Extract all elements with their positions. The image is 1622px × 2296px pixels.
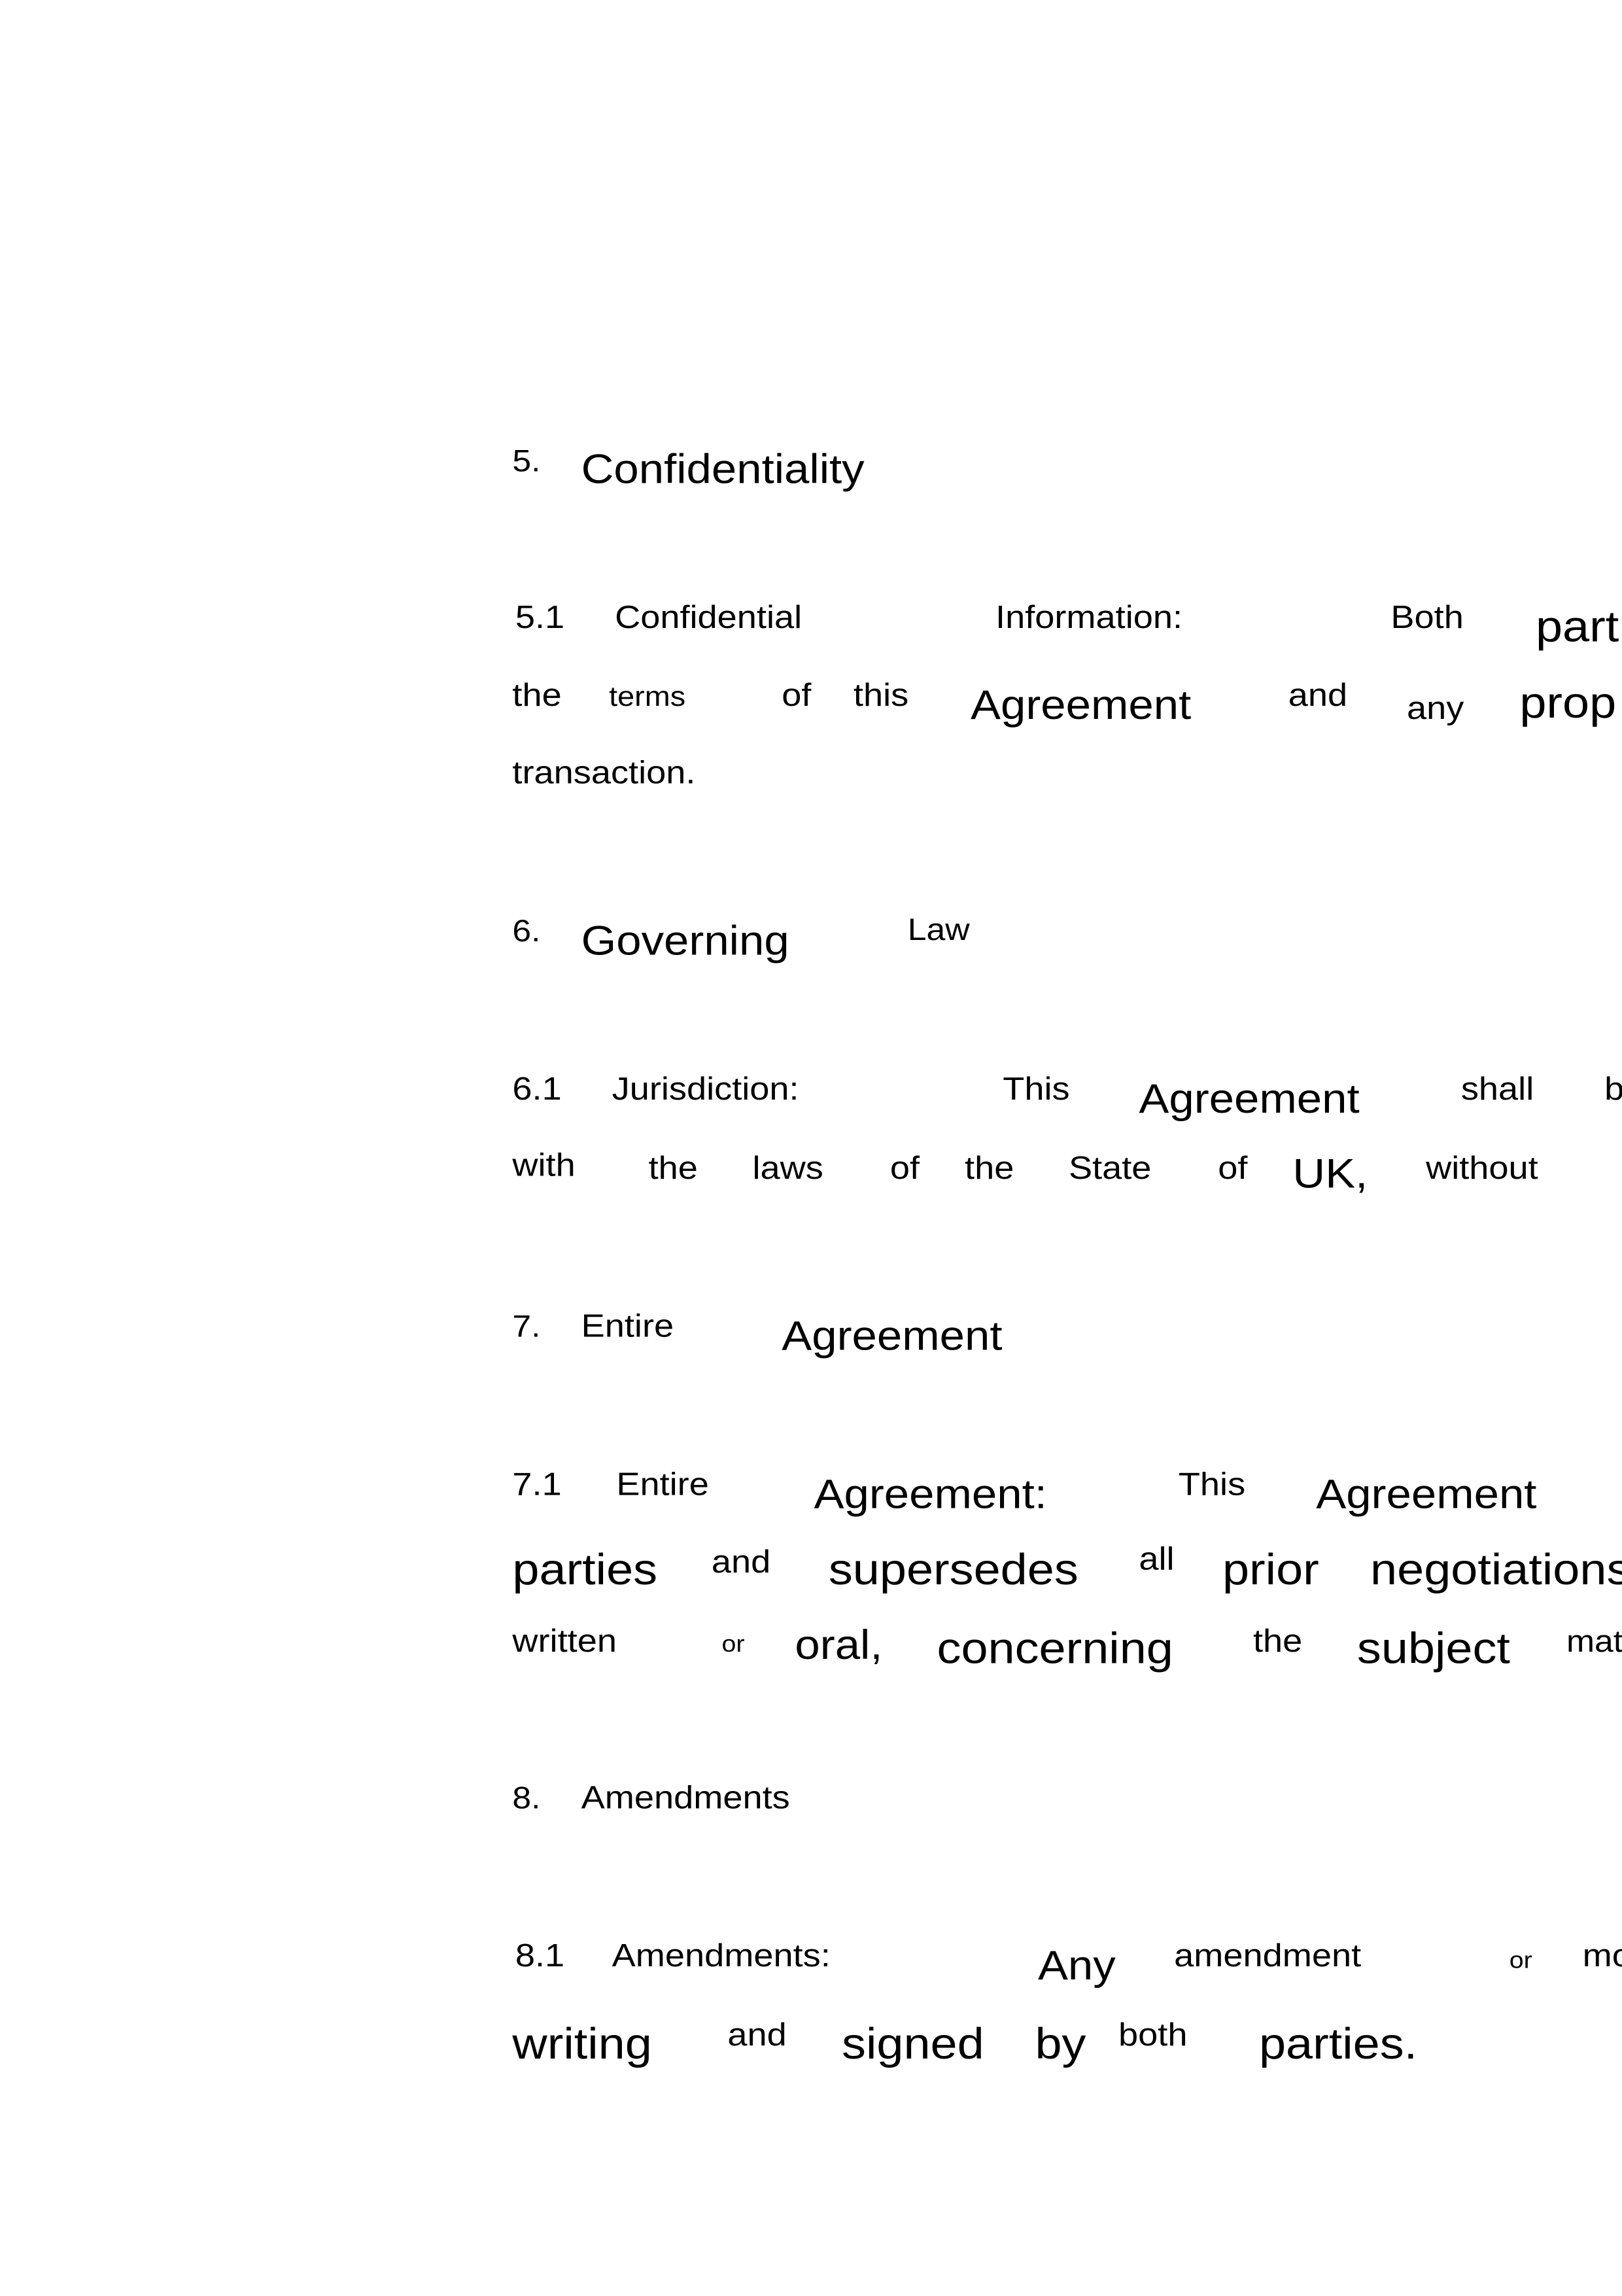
word: the <box>648 1149 698 1187</box>
word: and <box>1288 676 1348 714</box>
section-number: 6. <box>512 914 541 949</box>
word: writing <box>512 2020 652 2069</box>
word: oral, <box>795 1622 883 1668</box>
word: subject <box>1356 1625 1510 1674</box>
word: Any <box>1037 1943 1116 1989</box>
word: of <box>782 676 812 714</box>
word: this <box>853 676 909 714</box>
word: of <box>889 1149 920 1187</box>
word: laws <box>752 1149 823 1187</box>
word: parties <box>512 1546 658 1595</box>
section-heading: Entire <box>581 1307 674 1344</box>
word: written <box>512 1622 617 1659</box>
section-heading: Amendments <box>581 1779 790 1816</box>
word: and <box>711 1543 771 1580</box>
word: shall <box>1460 1070 1534 1107</box>
section-heading: Agreement <box>782 1313 1003 1359</box>
word: Entire <box>616 1465 709 1503</box>
word: transaction. <box>512 754 696 791</box>
word: Information: <box>995 599 1183 636</box>
word: Confidential <box>615 599 802 636</box>
word: part <box>1535 603 1619 652</box>
clause-number: 7.1 <box>512 1465 562 1503</box>
word: of <box>1218 1149 1248 1187</box>
word: the <box>965 1149 1014 1187</box>
word: amendment <box>1174 1937 1362 1974</box>
word: concerning <box>937 1625 1173 1674</box>
word: mo <box>1582 1937 1622 1974</box>
word: the <box>1252 1622 1303 1659</box>
word: both <box>1118 2016 1188 2053</box>
word: Both <box>1390 599 1464 636</box>
section-heading: Law <box>907 913 970 948</box>
word: without <box>1426 1149 1538 1187</box>
section-number: 8. <box>512 1782 541 1816</box>
clause-number: 6.1 <box>512 1070 562 1107</box>
clause-number: 8.1 <box>515 1937 565 1974</box>
word: signed <box>842 2020 984 2069</box>
word: prop <box>1519 679 1617 728</box>
word: State <box>1068 1149 1152 1187</box>
document-page: 5. Confidentiality 5.1 Confidential Info… <box>0 0 1622 2296</box>
word: supersedes <box>828 1546 1078 1595</box>
word: the <box>512 676 562 714</box>
word: Amendments: <box>612 1937 831 1974</box>
word: Jurisdiction: <box>612 1070 799 1107</box>
word: any <box>1407 689 1464 727</box>
section-heading: Governing <box>581 918 789 964</box>
word: and <box>727 2016 787 2053</box>
word: Agreement <box>970 682 1192 728</box>
word: This <box>1178 1465 1246 1503</box>
word: b <box>1604 1073 1622 1105</box>
word: parties. <box>1258 2020 1418 2069</box>
word: UK, <box>1292 1151 1368 1196</box>
word: mat <box>1566 1625 1622 1659</box>
word: prior <box>1222 1546 1319 1595</box>
word: This <box>1003 1070 1070 1107</box>
section-heading: Confidentiality <box>581 446 865 493</box>
word: Agreement: <box>814 1471 1047 1517</box>
word: Agreement <box>1316 1471 1537 1517</box>
word: all <box>1139 1540 1175 1577</box>
section-number: 5. <box>512 445 541 479</box>
word: by <box>1035 2020 1086 2069</box>
word: terms <box>609 682 686 714</box>
word: or <box>721 1632 745 1658</box>
section-number: 7. <box>512 1310 541 1344</box>
word: Agreement <box>1139 1076 1360 1122</box>
word: negotiations <box>1370 1546 1622 1595</box>
word: with <box>512 1146 576 1183</box>
word: or <box>1509 1949 1532 1974</box>
clause-number: 5.1 <box>515 599 565 636</box>
